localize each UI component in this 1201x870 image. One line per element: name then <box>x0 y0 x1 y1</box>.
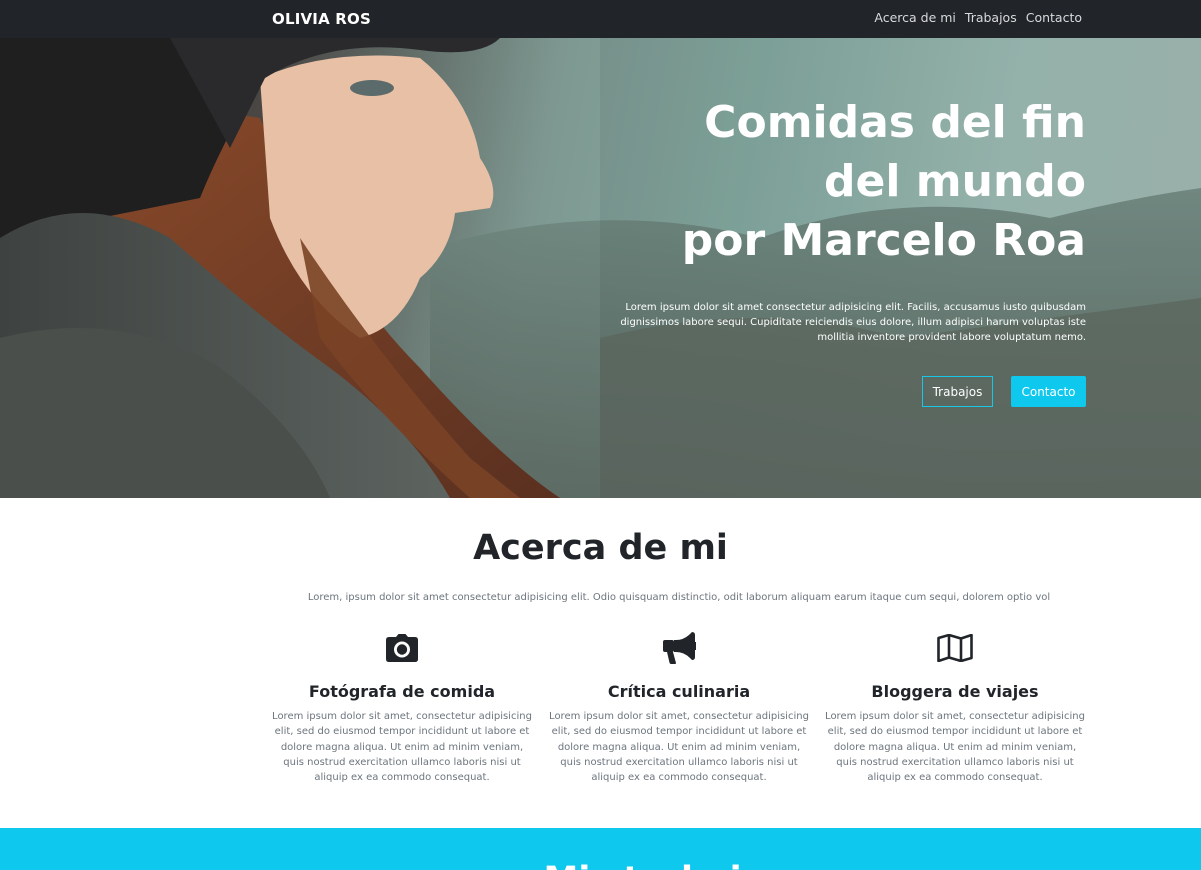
hero-title-line-1: Comidas del fin <box>704 97 1086 148</box>
nav-links: Acerca de mi Trabajos Contacto <box>874 10 1082 25</box>
about-lead: Lorem, ipsum dolor sit amet consectetur … <box>307 592 1051 603</box>
bullhorn-icon <box>549 628 809 668</box>
hero-description: Lorem ipsum dolor sit amet consectetur a… <box>620 302 1086 343</box>
feature-food-critic: Crítica culinaria Lorem ipsum dolor sit … <box>549 628 809 785</box>
feature-text: Lorem ipsum dolor sit amet, consectetur … <box>825 711 1085 784</box>
brand-logo[interactable]: OLIVIA ROS <box>272 10 371 28</box>
feature-travel-blogger: Bloggera de viajes Lorem ipsum dolor sit… <box>825 628 1085 785</box>
feature-title: Bloggera de viajes <box>871 682 1039 701</box>
about-title: Acerca de mi <box>473 528 728 568</box>
hero-title-line-2: del mundo <box>824 156 1086 207</box>
contacto-button[interactable]: Contacto <box>1011 376 1086 407</box>
nav-link-acerca[interactable]: Acerca de mi <box>874 10 956 25</box>
hero-section: Comidas del fin del mundo por Marcelo Ro… <box>0 38 1201 498</box>
map-icon <box>825 628 1085 668</box>
hero-title: Comidas del fin del mundo por Marcelo Ro… <box>566 93 1086 270</box>
trabajos-button[interactable]: Trabajos <box>922 376 993 407</box>
camera-icon <box>272 628 532 668</box>
nav-link-trabajos[interactable]: Trabajos <box>965 10 1017 25</box>
feature-food-photographer: Fotógrafa de comida Lorem ipsum dolor si… <box>272 628 532 785</box>
portfolio-title: Mis trabajos <box>0 860 1201 870</box>
feature-title: Crítica culinaria <box>607 682 751 701</box>
nav-link-contacto[interactable]: Contacto <box>1026 10 1082 25</box>
portfolio-section: Mis trabajos <box>0 828 1201 870</box>
feature-title: Fotógrafa de comida <box>308 682 496 701</box>
hero-title-line-3: por Marcelo Roa <box>681 215 1086 266</box>
feature-text: Lorem ipsum dolor sit amet, consectetur … <box>549 711 809 784</box>
feature-text: Lorem ipsum dolor sit amet, consectetur … <box>272 711 532 784</box>
navbar: OLIVIA ROS Acerca de mi Trabajos Contact… <box>0 0 1201 38</box>
